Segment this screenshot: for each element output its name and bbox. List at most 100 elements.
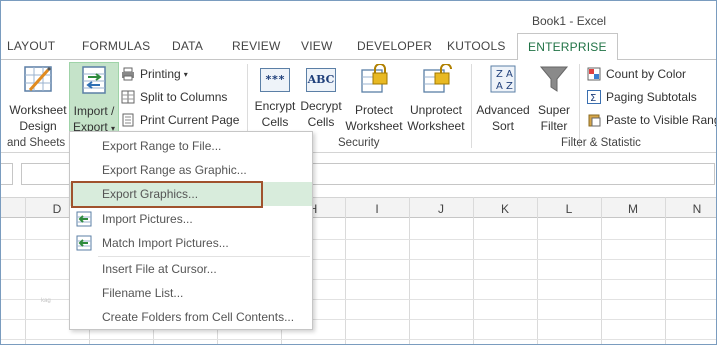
svg-text:A: A xyxy=(496,81,503,92)
decrypt-cells-button[interactable]: ABC Decrypt Cells xyxy=(298,64,344,134)
svg-text:A: A xyxy=(506,69,513,80)
menu-item-label: Export Range to File... xyxy=(102,139,222,153)
printing-label: Printing xyxy=(140,67,181,81)
worksheet-design-icon xyxy=(24,66,52,92)
paste-to-visible-button[interactable]: Paste to Visible Rang xyxy=(587,110,717,130)
super-filter-button[interactable]: Super Filter xyxy=(532,64,576,134)
unprotect-worksheet-label-2: Worksheet xyxy=(407,119,465,133)
tab-layout[interactable]: LAYOUT xyxy=(7,39,55,53)
tab-data[interactable]: DATA xyxy=(172,39,203,53)
column-header[interactable]: J xyxy=(431,202,451,216)
menu-item-insert-file-at-cursor[interactable]: Insert File at Cursor... xyxy=(70,257,312,281)
import-export-label-1: Import / xyxy=(73,104,115,118)
paste-to-visible-label: Paste to Visible Rang xyxy=(606,113,717,127)
menu-item-create-folders[interactable]: Create Folders from Cell Contents... xyxy=(70,305,312,329)
menu-item-match-import-pictures[interactable]: Match Import Pictures... xyxy=(70,231,312,255)
import-export-menu: Export Range to File... Export Range as … xyxy=(69,131,313,330)
split-to-columns-label: Split to Columns xyxy=(140,90,228,104)
ribbon-tabs: LAYOUT FORMULAS DATA REVIEW VIEW DEVELOP… xyxy=(1,33,716,60)
group-label-filter-statistic: Filter & Statistic xyxy=(561,137,641,149)
split-columns-icon xyxy=(121,90,135,104)
excel-window: Book1 - Excel LAYOUT FORMULAS DATA REVIE… xyxy=(0,0,717,345)
name-box[interactable] xyxy=(1,163,13,185)
group-label-sheets: and Sheets xyxy=(7,137,66,149)
protect-worksheet-button[interactable]: Protect Worksheet xyxy=(344,63,404,134)
super-filter-label-1: Super xyxy=(537,103,571,117)
import-export-button[interactable]: Import / Export ▾ xyxy=(69,62,119,134)
menu-item-label: Create Folders from Cell Contents... xyxy=(102,310,295,324)
worksheet-design-label-2: Design xyxy=(19,119,57,133)
count-color-icon xyxy=(587,67,601,81)
tab-enterprise[interactable]: ENTERPRISE xyxy=(517,33,618,60)
menu-item-import-pictures[interactable]: Import Pictures... xyxy=(70,207,312,231)
print-current-page-button[interactable]: Print Current Page xyxy=(121,110,239,130)
menu-item-label: Insert File at Cursor... xyxy=(102,262,217,276)
encrypt-cells-label-2: Cells xyxy=(261,115,289,129)
unprotect-worksheet-button[interactable]: Unprotect Worksheet xyxy=(405,63,467,134)
grid-line xyxy=(601,197,602,344)
paging-subtotals-label: Paging Subtotals xyxy=(606,90,697,104)
import-export-icon xyxy=(82,66,106,94)
encrypt-icon: *** xyxy=(260,68,290,92)
unprotect-worksheet-label-1: Unprotect xyxy=(409,103,463,117)
import-pictures-icon xyxy=(76,211,92,227)
group-separator xyxy=(579,64,580,148)
menu-item-export-range-as-graphic[interactable]: Export Range as Graphic... xyxy=(70,158,312,182)
filter-funnel-icon xyxy=(539,66,569,92)
menu-item-export-range-to-file[interactable]: Export Range to File... xyxy=(70,134,312,158)
paste-icon xyxy=(588,114,601,127)
title-bar: Book1 - Excel xyxy=(1,1,716,33)
tab-kutools[interactable]: KUTOOLS xyxy=(447,39,506,53)
menu-item-label: Filename List... xyxy=(102,286,184,300)
menu-item-label: Import Pictures... xyxy=(102,212,193,226)
printer-icon xyxy=(122,67,134,81)
decrypt-cells-label-2: Cells xyxy=(307,115,335,129)
tab-review[interactable]: REVIEW xyxy=(232,39,281,53)
menu-item-label: Export Range as Graphic... xyxy=(102,163,247,177)
super-filter-label-2: Filter xyxy=(540,119,568,133)
tab-formulas[interactable]: FORMULAS xyxy=(82,39,150,53)
menu-item-label: Export Graphics... xyxy=(102,187,199,201)
column-header[interactable]: K xyxy=(495,202,515,216)
lock-icon xyxy=(361,63,388,93)
unlock-icon xyxy=(423,63,452,93)
advanced-sort-button[interactable]: Z A A Z Advanced Sort xyxy=(475,64,531,134)
menu-item-filename-list[interactable]: Filename List... xyxy=(70,281,312,305)
match-import-icon xyxy=(76,235,92,251)
column-header[interactable]: D xyxy=(47,202,67,216)
tab-view[interactable]: VIEW xyxy=(301,39,332,53)
sort-icon: Z A A Z xyxy=(490,65,516,93)
grid-line xyxy=(25,197,26,344)
encrypt-cells-label-1: Encrypt xyxy=(254,99,296,113)
grid-line xyxy=(537,197,538,344)
svg-text:Z: Z xyxy=(496,69,503,80)
advanced-sort-label-1: Advanced xyxy=(476,103,530,117)
menu-item-export-graphics[interactable]: Export Graphics... xyxy=(70,182,312,206)
printing-button[interactable]: Printing ▾ xyxy=(121,64,188,84)
faint-cell-text: ᵏᵃᵍ xyxy=(41,296,51,306)
count-by-color-button[interactable]: Count by Color xyxy=(587,64,686,84)
chevron-down-icon: ▾ xyxy=(183,69,188,79)
svg-text:Σ: Σ xyxy=(590,93,596,104)
sigma-icon: Σ xyxy=(587,90,601,104)
worksheet-design-button[interactable]: Worksheet Design xyxy=(7,64,69,134)
decrypt-cells-label-1: Decrypt xyxy=(300,99,342,113)
paging-subtotals-button[interactable]: Σ Paging Subtotals xyxy=(587,87,697,107)
protect-worksheet-label-2: Worksheet xyxy=(345,119,403,133)
column-header[interactable]: M xyxy=(623,202,643,216)
menu-item-label: Match Import Pictures... xyxy=(102,236,229,250)
print-current-page-label: Print Current Page xyxy=(140,113,240,127)
count-by-color-label: Count by Color xyxy=(606,67,687,81)
svg-text:Z: Z xyxy=(506,81,513,92)
split-to-columns-button[interactable]: Split to Columns xyxy=(121,87,227,107)
column-header[interactable]: L xyxy=(559,202,579,216)
encrypt-cells-button[interactable]: *** Encrypt Cells xyxy=(251,64,299,134)
advanced-sort-label-2: Sort xyxy=(491,119,514,133)
grid-line xyxy=(345,197,346,344)
column-header[interactable]: I xyxy=(367,202,387,216)
grid-line xyxy=(1,339,716,340)
print-page-icon xyxy=(122,113,134,127)
column-header[interactable]: N xyxy=(687,202,707,216)
tab-developer[interactable]: DEVELOPER xyxy=(357,39,432,53)
worksheet-design-label-1: Worksheet xyxy=(9,103,67,117)
